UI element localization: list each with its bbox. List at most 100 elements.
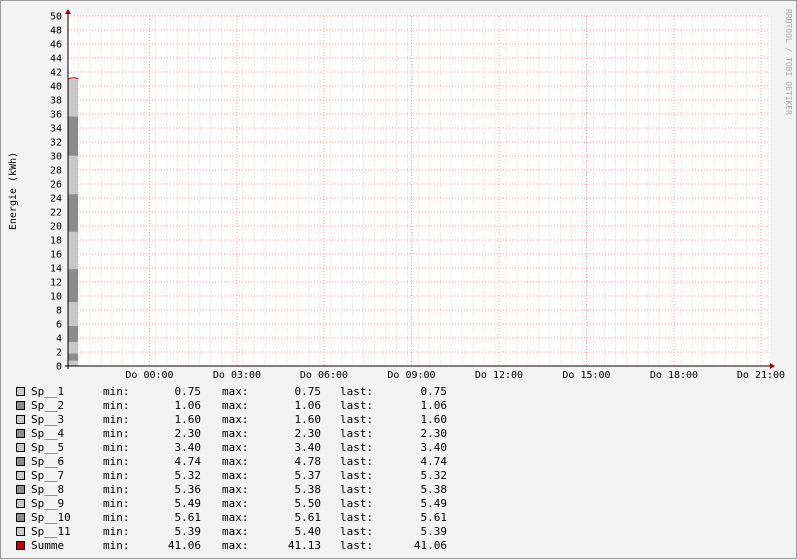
legend-swatch <box>16 429 25 438</box>
legend-min-label: min: <box>103 413 130 426</box>
legend-max-value: 5.37 <box>294 469 322 482</box>
x-tick-label: Do 09:00 <box>387 370 435 381</box>
x-tick-label: Do 15:00 <box>562 370 610 381</box>
legend-min-value: 5.61 <box>174 511 202 524</box>
legend-last-label: last: <box>340 455 374 468</box>
legend-max-label: max: <box>222 427 249 440</box>
legend-max-label: max: <box>222 539 249 552</box>
y-tick-label: 14 <box>50 264 62 275</box>
legend-min-label: min: <box>103 497 130 510</box>
legend-last-label: last: <box>340 413 374 426</box>
legend-last-value: 5.38 <box>420 483 448 496</box>
legend-swatch <box>16 401 25 410</box>
y-tick-label: 40 <box>50 82 62 93</box>
legend-min-label: min: <box>103 511 130 524</box>
legend-series-name: Sp__9 <box>31 497 65 510</box>
legend-series-name: Sp__1 <box>31 385 65 398</box>
y-tick-label: 4 <box>56 334 62 345</box>
legend-last-value: 4.74 <box>420 455 448 468</box>
legend-min-value: 0.75 <box>174 385 202 398</box>
y-tick-label: 42 <box>50 68 62 79</box>
legend-min-value: 5.49 <box>174 497 202 510</box>
legend-max-value: 41.13 <box>287 539 321 552</box>
legend-min-label: min: <box>103 385 130 398</box>
stack-segment-Sp__10 <box>68 116 78 156</box>
legend-series-name: Sp__10 <box>31 511 71 524</box>
legend-last-value: 41.06 <box>413 539 447 552</box>
legend-max-value: 2.30 <box>294 427 322 440</box>
legend-max-value: 3.40 <box>294 441 322 454</box>
legend-max-label: max: <box>222 469 249 482</box>
legend-min-label: min: <box>103 469 130 482</box>
legend-min-label: min: <box>103 441 130 454</box>
graph-frame: 0 2 4 6 8 10 12 14 16 18 20 22 24 26 28 30 32 34 36 38 40 42 4… <box>0 0 797 559</box>
y-tick-label: 8 <box>56 306 62 317</box>
legend-max-label: max: <box>222 441 249 454</box>
y-tick-label: 30 <box>50 152 62 163</box>
y-tick-label: 26 <box>50 180 62 191</box>
y-tick-label: 44 <box>50 54 62 65</box>
legend-swatch <box>16 527 25 536</box>
legend-series-name: Sp__6 <box>31 455 65 468</box>
legend-swatch <box>16 541 25 550</box>
legend-max-value: 5.40 <box>294 525 322 538</box>
legend-series-name: Summe <box>31 539 65 552</box>
legend-min-label: min: <box>103 483 130 496</box>
y-tick-labels: 0246810121416182022242628303234363840424… <box>50 12 62 373</box>
x-tick-label: Do 03:00 <box>213 370 261 381</box>
legend-min-value: 5.39 <box>174 525 202 538</box>
legend-last-label: last: <box>340 511 374 524</box>
legend-max-label: max: <box>222 385 249 398</box>
y-tick-label: 46 <box>50 40 62 51</box>
x-tick-label: Do 00:00 <box>125 370 173 381</box>
y-tick-label: 16 <box>50 250 62 261</box>
legend-last-label: last: <box>340 525 374 538</box>
stacked-bar <box>68 78 78 366</box>
legend-last-label: last: <box>340 385 374 398</box>
legend-swatch <box>16 387 25 396</box>
y-axis-arrow <box>65 9 71 14</box>
y-tick-label: 2 <box>56 348 62 359</box>
legend-series-name: Sp__4 <box>31 427 65 440</box>
legend-last-value: 5.49 <box>420 497 448 510</box>
legend-max-value: 5.50 <box>294 497 322 510</box>
legend-last-label: last: <box>340 399 374 412</box>
legend-series-name: Sp__3 <box>31 413 65 426</box>
y-tick-label: 50 <box>50 12 62 23</box>
stack-segment-Sp__2 <box>68 353 78 361</box>
legend-min-value: 4.74 <box>174 455 202 468</box>
legend-min-value: 5.36 <box>174 483 202 496</box>
legend-swatch <box>16 471 25 480</box>
y-tick-label: 12 <box>50 278 62 289</box>
legend-series-name: Sp__2 <box>31 399 65 412</box>
legend-series-name: Sp__11 <box>31 525 71 538</box>
y-tick-label: 18 <box>50 236 62 247</box>
stack-segment-Sp__6 <box>68 269 78 303</box>
legend-last-value: 1.60 <box>420 413 448 426</box>
legend-min-label: min: <box>103 455 130 468</box>
legend-last-value: 1.06 <box>420 399 448 412</box>
legend-swatch <box>16 485 25 494</box>
legend-max-value: 1.60 <box>294 413 322 426</box>
legend-swatch <box>16 499 25 508</box>
legend-last-label: last: <box>340 539 374 552</box>
legend-max-value: 5.38 <box>294 483 322 496</box>
legend-swatch <box>16 415 25 424</box>
legend-min-value: 1.60 <box>174 413 202 426</box>
stack-segment-Sp__8 <box>68 194 78 232</box>
y-axis-label: Energie (kWh) <box>8 152 19 230</box>
legend-max-label: max: <box>222 413 249 426</box>
legend-series-name: Sp__7 <box>31 469 65 482</box>
legend-last-label: last: <box>340 427 374 440</box>
legend-min-value: 41.06 <box>167 539 201 552</box>
legend-last-label: last: <box>340 497 374 510</box>
legend-min-label: min: <box>103 539 130 552</box>
x-tick-label: Do 12:00 <box>475 370 523 381</box>
y-tick-label: 10 <box>50 292 62 303</box>
legend-series-name: Sp__5 <box>31 441 65 454</box>
y-tick-label: 36 <box>50 110 62 121</box>
legend-max-label: max: <box>222 525 249 538</box>
y-tick-label: 22 <box>50 208 62 219</box>
x-axis-arrow <box>770 363 775 369</box>
legend-max-label: max: <box>222 483 249 496</box>
